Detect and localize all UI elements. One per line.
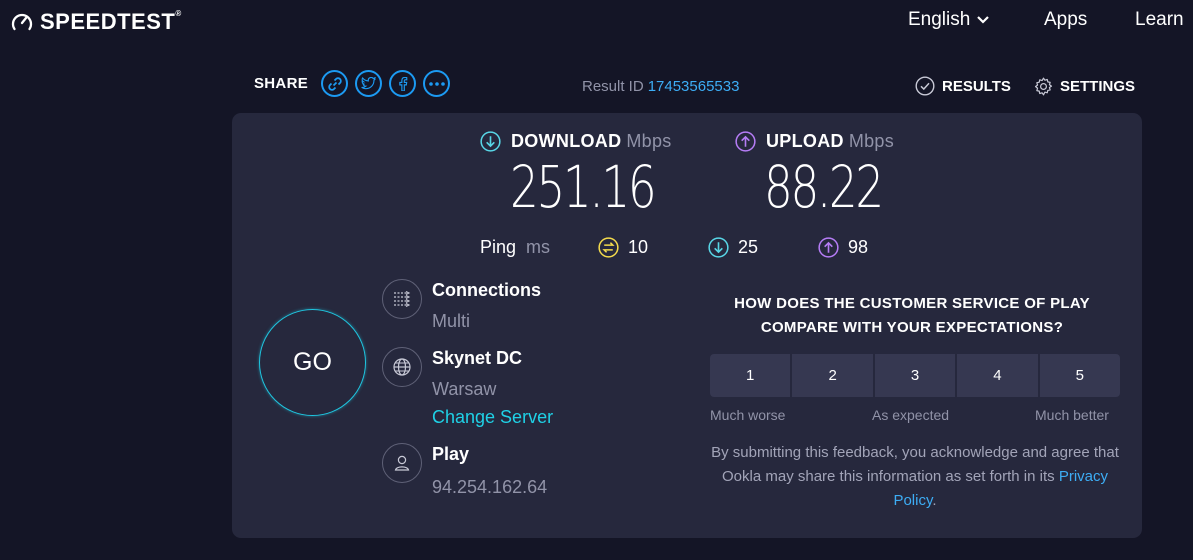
more-icon — [428, 81, 445, 86]
server-icon — [382, 347, 422, 387]
twitter-icon — [361, 77, 376, 90]
ping-unit: ms — [526, 237, 551, 257]
share-bar: SHARE — [254, 70, 451, 97]
language-label: English — [908, 9, 971, 30]
ping-upload-value: 98 — [848, 237, 869, 257]
share-more-button[interactable] — [423, 70, 451, 97]
ping-idle-value: 10 — [628, 237, 649, 257]
change-server-link[interactable]: Change Server — [432, 407, 553, 428]
language-selector[interactable]: English — [908, 9, 990, 31]
connections-value: Multi — [432, 311, 471, 331]
go-button[interactable]: GO — [259, 309, 366, 416]
share-facebook-button[interactable] — [389, 70, 417, 97]
upload-latency-icon — [818, 237, 839, 258]
provider-name: Play — [432, 444, 470, 464]
gauge-icon — [11, 13, 33, 31]
survey-question: HOW DOES THE CUSTOMER SERVICE OF PLAY CO… — [734, 295, 1090, 336]
results-button[interactable]: RESULTS — [915, 76, 1011, 96]
ping-download-value: 25 — [738, 237, 759, 257]
chevron-down-icon — [977, 16, 990, 24]
ping-download: 25 — [708, 237, 798, 258]
upload-label: UPLOAD — [766, 131, 844, 151]
download-speed: 251.16 — [510, 153, 657, 221]
result-id-label: Result ID — [582, 78, 644, 95]
scale-mid-label: As expected — [872, 407, 950, 423]
settings-label: SETTINGS — [1060, 78, 1136, 95]
globe-icon — [393, 358, 411, 376]
brand-name: SPEEDTEST® — [40, 9, 182, 34]
multi-connection-icon — [394, 291, 411, 307]
nav-learn[interactable]: Learn — [1135, 9, 1184, 31]
download-arrow-icon — [480, 131, 501, 152]
rating-1-button[interactable]: 1 — [710, 354, 791, 397]
result-id: Result ID 17453565533 — [582, 78, 739, 95]
top-bar: SPEEDTEST® English Apps Learn — [0, 0, 1193, 44]
check-circle-icon — [915, 76, 935, 96]
feedback-disclaimer: By submitting this feedback, you acknowl… — [710, 441, 1120, 513]
results-label: RESULTS — [942, 77, 1011, 95]
ping-row: Ping ms — [480, 237, 550, 258]
upload-speed: 88.22 — [764, 153, 884, 221]
result-panel: DOWNLOAD Mbps 251.16 UPLOAD Mbps 88.22 P… — [232, 113, 1142, 538]
disclaimer-text: By submitting this feedback, you acknowl… — [711, 444, 1119, 485]
rating-5-button[interactable]: 5 — [1039, 354, 1121, 397]
upload-unit: Mbps — [848, 131, 895, 151]
rating-scale: 1 2 3 4 5 — [710, 354, 1121, 397]
user-icon — [394, 455, 410, 471]
ping-label: Ping — [480, 237, 517, 257]
ping-upload: 98 — [818, 237, 908, 258]
download-unit: Mbps — [626, 131, 672, 151]
rating-4-button[interactable]: 4 — [957, 354, 1038, 397]
rating-3-button[interactable]: 3 — [874, 354, 956, 397]
nav-apps[interactable]: Apps — [1044, 9, 1087, 31]
download-label: DOWNLOAD — [511, 131, 622, 151]
speedtest-logo[interactable]: SPEEDTEST® — [10, 9, 182, 35]
facebook-icon — [398, 76, 407, 91]
scale-low-label: Much worse — [710, 407, 786, 423]
upload-header: UPLOAD Mbps — [735, 131, 894, 152]
share-twitter-button[interactable] — [355, 70, 383, 97]
connections-icon — [382, 279, 422, 319]
download-header: DOWNLOAD Mbps — [480, 131, 672, 152]
server-location: Warsaw — [432, 379, 497, 399]
provider-icon — [382, 443, 422, 483]
connections-title: Connections — [432, 280, 542, 300]
upload-arrow-icon — [735, 131, 756, 152]
share-label: SHARE — [254, 75, 309, 92]
ping-idle: 10 — [598, 237, 688, 258]
share-link-button[interactable] — [321, 70, 349, 97]
gear-icon — [1034, 77, 1053, 96]
link-icon — [327, 76, 342, 91]
download-latency-icon — [708, 237, 729, 258]
result-id-link[interactable]: 17453565533 — [648, 78, 740, 95]
scale-high-label: Much better — [1035, 407, 1109, 423]
disclaimer-period: . — [932, 492, 937, 509]
settings-button[interactable]: SETTINGS — [1033, 76, 1135, 97]
provider-ip: 94.254.162.64 — [432, 477, 548, 497]
idle-latency-icon — [598, 237, 619, 258]
rating-2-button[interactable]: 2 — [792, 354, 873, 397]
server-name: Skynet DC — [432, 348, 523, 368]
